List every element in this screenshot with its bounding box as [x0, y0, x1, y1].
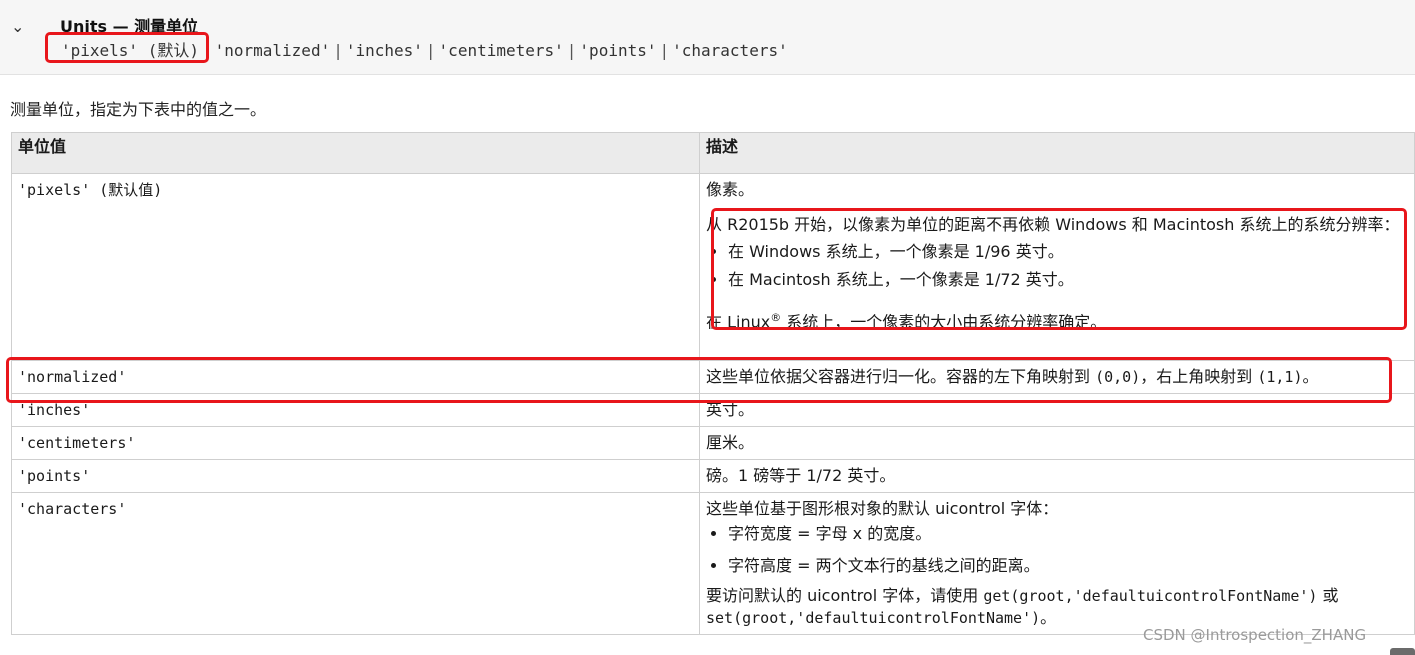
table-row: 'points' 磅。1 磅等于 1/72 英寸。	[11, 459, 1415, 493]
table-row: 'characters' 这些单位基于图形根对象的默认 uicontrol 字体…	[11, 492, 1415, 635]
separator: |	[659, 41, 670, 60]
description-cell: 厘米。	[699, 426, 1415, 460]
intro-text: 测量单位，指定为下表中的值之一。	[10, 100, 267, 119]
list-item: 字符宽度 = 字母 x 的宽度。	[728, 523, 1408, 545]
column-header-description: 描述	[699, 132, 1415, 174]
characters-desc: 这些单位基于图形根对象的默认 uicontrol 字体：	[706, 499, 1059, 518]
font-note-text: 。	[1040, 608, 1057, 627]
font-access-note: 要访问默认的 uicontrol 字体，请使用 get(groot,'defau…	[706, 585, 1408, 629]
code-set: set(groot,'defaultuicontrolFontName')	[706, 609, 1041, 627]
column-header-unit: 单位值	[11, 132, 700, 174]
description-cell: 磅。1 磅等于 1/72 英寸。	[699, 459, 1415, 493]
unit-cell: 'centimeters'	[11, 426, 700, 460]
highlight-normalized-row	[6, 357, 1392, 403]
separator: |	[333, 41, 343, 60]
chevron-down-icon[interactable]: ⌄	[11, 17, 24, 36]
table-row: 'centimeters' 厘米。	[11, 426, 1415, 460]
table-header-row: 单位值 描述	[11, 132, 1415, 174]
highlight-r2015b-note	[711, 208, 1407, 330]
value-points: 'points'	[579, 41, 657, 60]
separator: |	[425, 41, 436, 60]
list-item: 字符高度 = 两个文本行的基线之间的距离。	[728, 555, 1408, 577]
description-cell: 这些单位基于图形根对象的默认 uicontrol 字体： 字符宽度 = 字母 x…	[699, 492, 1415, 635]
unit-cell: 'pixels' (默认值)	[11, 173, 700, 361]
value-inches: 'inches'	[345, 41, 423, 60]
scroll-corner[interactable]	[1390, 648, 1415, 655]
property-header: ⌄ Units — 测量单位 'pixels' (默认) |'normalized…	[0, 0, 1415, 75]
font-note-text: 或	[1317, 586, 1339, 605]
value-centimeters: 'centimeters'	[438, 41, 564, 60]
font-note-text: 要访问默认的 uicontrol 字体，请使用	[706, 586, 984, 605]
unit-cell: 'characters'	[11, 492, 700, 635]
code-get: get(groot,'defaultuicontrolFontName')	[983, 587, 1318, 605]
separator: |	[566, 41, 577, 60]
pixel-desc: 像素。	[706, 180, 755, 199]
highlight-pixels-default	[45, 32, 209, 63]
characters-bullet-list: 字符宽度 = 字母 x 的宽度。 字符高度 = 两个文本行的基线之间的距离。	[706, 523, 1408, 577]
value-characters: 'characters'	[672, 41, 788, 60]
unit-cell: 'points'	[11, 459, 700, 493]
value-normalized: 'normalized'	[214, 41, 331, 60]
watermark: CSDN @Introspection_ZHANG	[1143, 626, 1367, 644]
